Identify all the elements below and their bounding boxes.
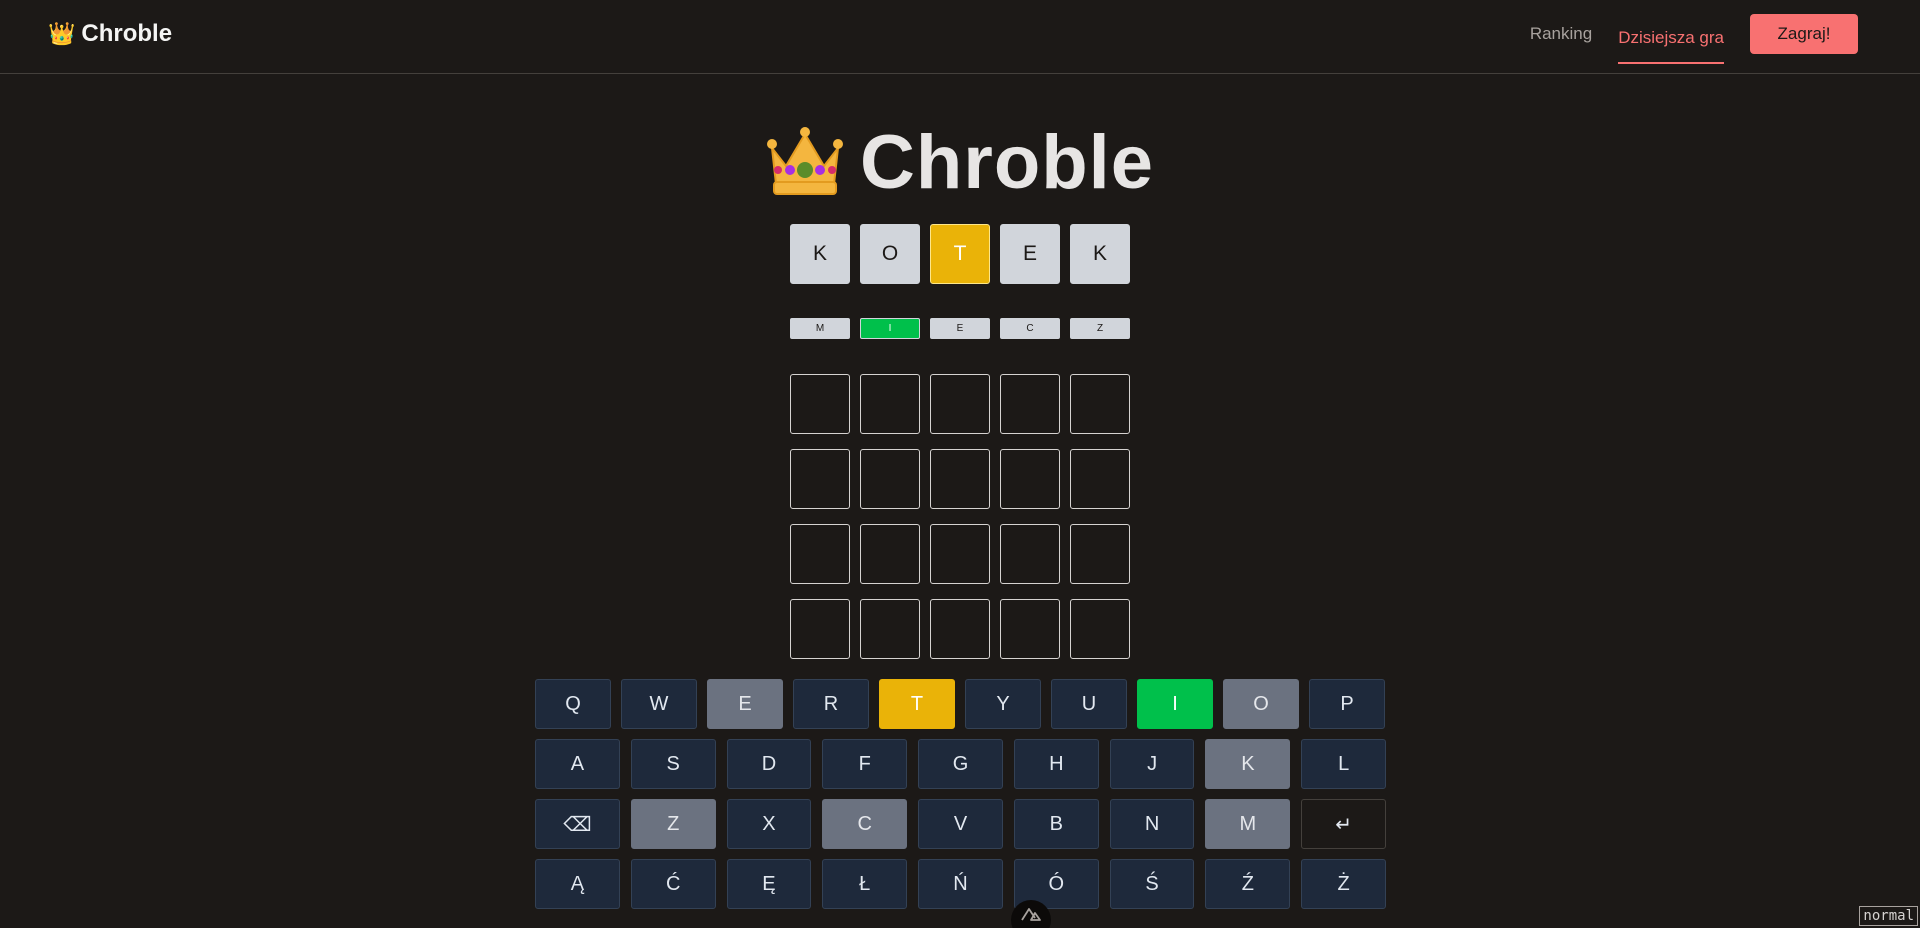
keyboard-row: QWERTYUIOP <box>535 679 1386 729</box>
key-d[interactable]: D <box>726 739 812 789</box>
key-w[interactable]: W <box>621 679 697 729</box>
letter-tile <box>930 599 990 659</box>
letter-tile: O <box>860 224 920 284</box>
key-p[interactable]: P <box>1309 679 1385 729</box>
key-l[interactable]: L <box>1301 739 1387 789</box>
keyboard-row: ASDFGHJKL <box>535 739 1387 789</box>
key-ę[interactable]: Ę <box>726 859 812 909</box>
letter-tile: Z <box>1070 318 1130 339</box>
letter-tile <box>1070 599 1130 659</box>
key-u[interactable]: U <box>1051 679 1127 729</box>
key-ć[interactable]: Ć <box>630 859 716 909</box>
key-s[interactable]: S <box>630 739 716 789</box>
letter-tile <box>790 449 850 509</box>
letter-tile: C <box>1000 318 1060 339</box>
key-q[interactable]: Q <box>535 679 611 729</box>
letter-tile <box>930 449 990 509</box>
letter-tile: M <box>790 318 850 339</box>
top-nav-bar: 👑 Chroble Ranking Dzisiejsza gra Zagraj! <box>0 0 1920 74</box>
letter-tile <box>1070 374 1130 434</box>
key-g[interactable]: G <box>918 739 1003 789</box>
letter-tile <box>790 524 850 584</box>
key-v[interactable]: V <box>918 799 1003 849</box>
letter-tile <box>1000 524 1060 584</box>
letter-tile <box>860 599 920 659</box>
key-ą[interactable]: Ą <box>535 859 620 909</box>
key-e[interactable]: E <box>707 679 783 729</box>
key-ś[interactable]: Ś <box>1109 859 1195 909</box>
nav-todays-game[interactable]: Dzisiejsza gra <box>1618 15 1724 64</box>
letter-tile <box>860 524 920 584</box>
main-nav: Ranking Dzisiejsza gra Zagraj! <box>1530 14 1858 64</box>
key-x[interactable]: X <box>726 799 812 849</box>
guess-row <box>790 599 1130 659</box>
crown-icon <box>766 127 843 195</box>
play-button[interactable]: Zagraj! <box>1750 14 1858 54</box>
backspace-key[interactable]: ⌫ <box>535 799 620 849</box>
letter-tile <box>1000 449 1060 509</box>
key-z[interactable]: Z <box>630 799 716 849</box>
letter-tile <box>790 599 850 659</box>
crown-icon: 👑 <box>48 21 76 46</box>
letter-tile <box>790 374 850 434</box>
keyboard-row: ĄĆĘŁŃÓŚŹŻ <box>535 859 1387 909</box>
key-b[interactable]: B <box>1013 799 1099 849</box>
letter-tile <box>860 374 920 434</box>
letter-tile: K <box>1070 224 1130 284</box>
key-o[interactable]: O <box>1223 679 1299 729</box>
letter-tile: I <box>860 318 920 339</box>
guess-row <box>790 524 1130 584</box>
key-ń[interactable]: Ń <box>918 859 1003 909</box>
letter-tile: K <box>790 224 850 284</box>
mode-badge: normal <box>1859 906 1918 926</box>
nav-ranking[interactable]: Ranking <box>1530 10 1592 59</box>
key-h[interactable]: H <box>1013 739 1099 789</box>
key-f[interactable]: F <box>822 739 908 789</box>
brand-name: Chroble <box>81 20 173 47</box>
key-i[interactable]: I <box>1137 679 1213 729</box>
guess-row: KOTEK <box>790 224 1130 284</box>
key-t[interactable]: T <box>879 679 955 729</box>
brand-link[interactable]: 👑 Chroble <box>48 18 172 50</box>
enter-key[interactable]: ↵ <box>1301 799 1387 849</box>
key-m[interactable]: M <box>1205 799 1291 849</box>
key-a[interactable]: A <box>535 739 620 789</box>
key-ż[interactable]: Ż <box>1301 859 1387 909</box>
letter-tile <box>1000 374 1060 434</box>
game-title: Chroble <box>0 112 1920 212</box>
hint-row: MIECZ <box>790 318 1130 339</box>
letter-tile: E <box>930 318 990 339</box>
letter-tile <box>1070 524 1130 584</box>
guess-row <box>790 449 1130 509</box>
on-screen-keyboard: Q W E R T Y U I O P A S D F G H J K L ⌫ Z X C V B N M ↵ Ą Ć Ę Ł Ń Ó Ś Ź Ż <box>535 679 1387 919</box>
page-title: Chroble <box>859 119 1155 205</box>
letter-tile <box>930 374 990 434</box>
key-c[interactable]: C <box>822 799 908 849</box>
key-n[interactable]: N <box>1109 799 1195 849</box>
key-y[interactable]: Y <box>965 679 1041 729</box>
key-j[interactable]: J <box>1109 739 1195 789</box>
key-ź[interactable]: Ź <box>1205 859 1291 909</box>
letter-tile: E <box>1000 224 1060 284</box>
letter-tile <box>930 524 990 584</box>
letter-tile: T <box>930 224 990 284</box>
letter-tile <box>1000 599 1060 659</box>
letter-tile <box>860 449 920 509</box>
keyboard-row: ⌫ Z X C V B N M ↵ <box>535 799 1387 849</box>
letter-tile <box>1070 449 1130 509</box>
key-ł[interactable]: Ł <box>822 859 908 909</box>
key-k[interactable]: K <box>1205 739 1291 789</box>
key-r[interactable]: R <box>793 679 869 729</box>
guess-row <box>790 374 1130 434</box>
